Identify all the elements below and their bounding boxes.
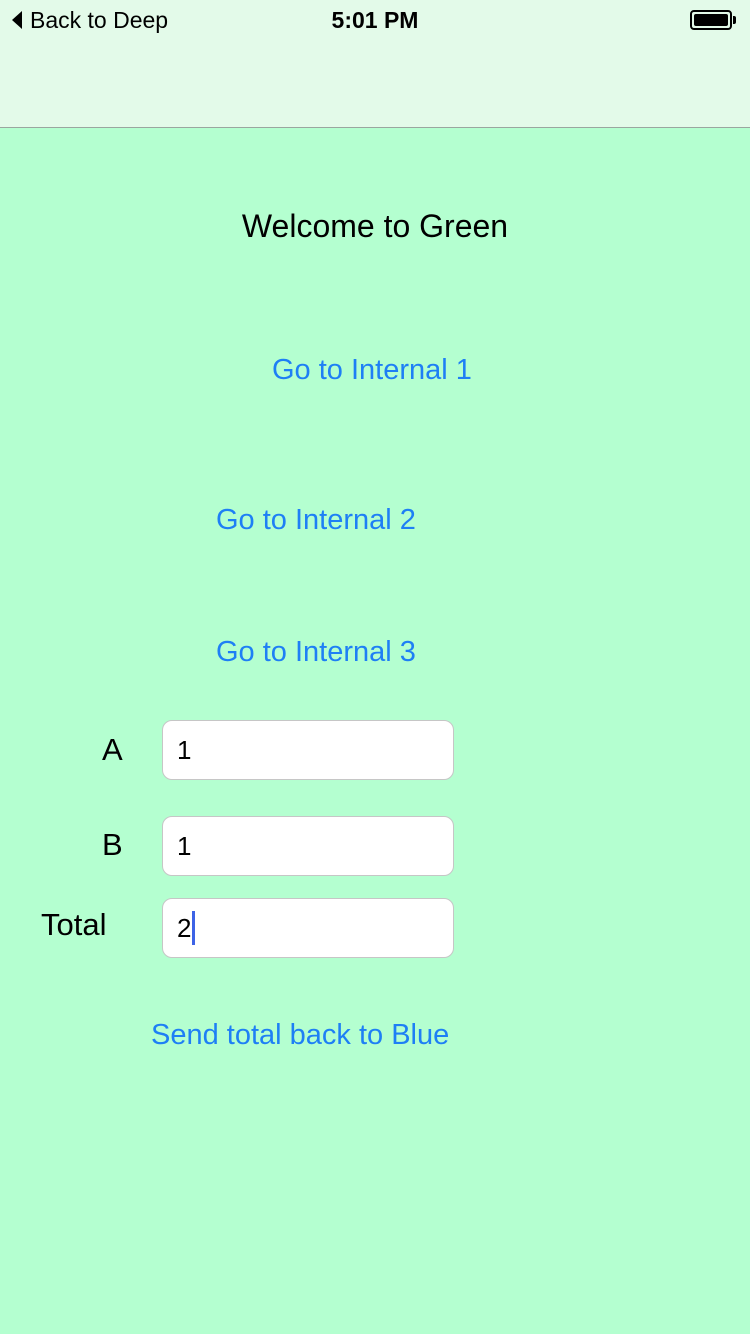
page-title: Welcome to Green bbox=[241, 208, 509, 244]
go-to-internal-1-button[interactable]: Go to Internal 1 bbox=[272, 354, 472, 387]
navigation-bar: Back to Deep 5:01 PM bbox=[0, 0, 750, 128]
field-a-label: A bbox=[102, 732, 123, 767]
battery-tip bbox=[733, 16, 736, 24]
field-a-input[interactable]: 1 bbox=[162, 720, 454, 780]
battery-body bbox=[690, 10, 732, 30]
field-b-label: B bbox=[102, 827, 123, 862]
battery-icon bbox=[690, 10, 738, 30]
status-time: 5:01 PM bbox=[331, 7, 419, 33]
go-to-internal-2-button[interactable]: Go to Internal 2 bbox=[216, 504, 416, 537]
total-value: 2 bbox=[177, 912, 192, 943]
send-total-button[interactable]: Send total back to Blue bbox=[151, 1019, 449, 1052]
go-to-internal-3-button[interactable]: Go to Internal 3 bbox=[216, 636, 416, 669]
field-a-value: 1 bbox=[177, 734, 192, 765]
battery-fill bbox=[694, 14, 728, 26]
total-input[interactable]: 2 bbox=[162, 898, 454, 958]
total-label: Total bbox=[41, 907, 107, 942]
field-b-value: 1 bbox=[177, 830, 192, 861]
field-b-input[interactable]: 1 bbox=[162, 816, 454, 876]
text-cursor bbox=[192, 911, 196, 945]
status-bar: Back to Deep 5:01 PM bbox=[0, 0, 750, 40]
